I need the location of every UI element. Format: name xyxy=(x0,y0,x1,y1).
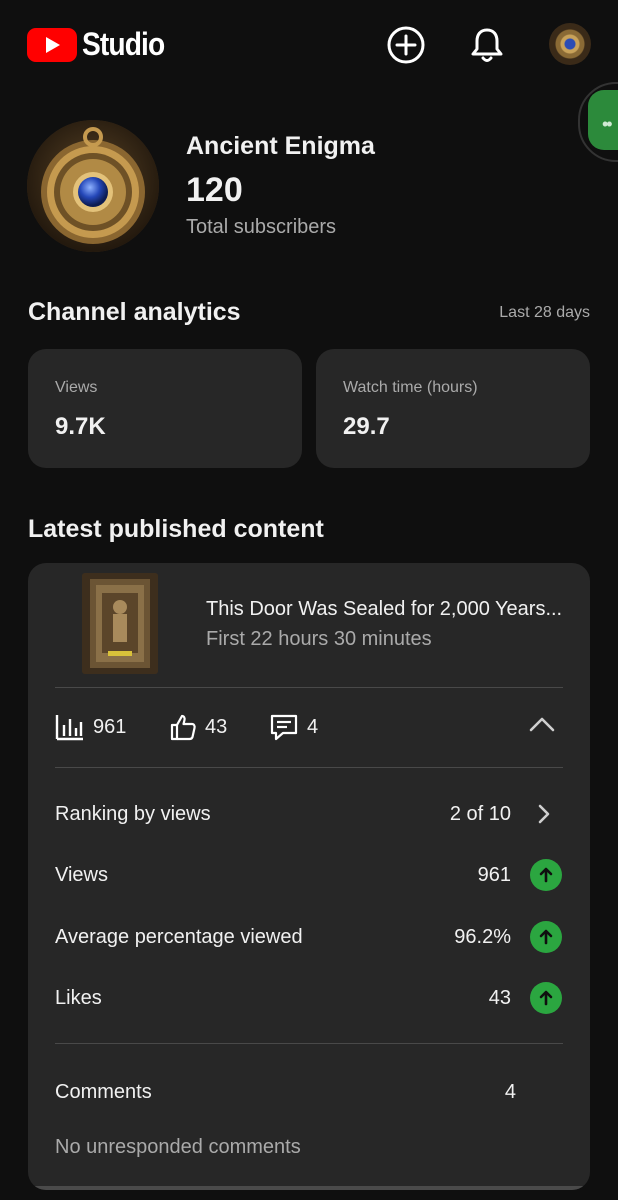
notifications-button[interactable] xyxy=(465,23,509,67)
ranking-row-value: 2 of 10 xyxy=(449,803,511,825)
app-name: Studio xyxy=(82,26,165,62)
avg-percent-row-value: 96.2% xyxy=(454,926,511,948)
metric-value: 9.7K xyxy=(55,413,106,440)
likes-count: 43 xyxy=(205,715,228,738)
youtube-studio-logo[interactable]: Studio xyxy=(27,26,176,63)
comments-row-label[interactable]: Comments xyxy=(55,1081,152,1104)
subscriber-count: 120 xyxy=(186,171,243,209)
watch-time-metric-card[interactable]: Watch time (hours) 29.7 xyxy=(316,349,590,468)
video-thumbnail[interactable] xyxy=(82,573,158,674)
channel-avatar[interactable] xyxy=(27,120,159,252)
arrow-up-icon xyxy=(530,921,562,953)
card-bottom-edge xyxy=(28,1186,590,1190)
amulet-image xyxy=(27,120,159,252)
views-row-label: Views xyxy=(55,864,108,886)
create-icon xyxy=(387,26,425,64)
top-app-bar: Studio xyxy=(0,0,618,90)
likes-stat: 43 xyxy=(169,713,227,741)
collapse-button[interactable] xyxy=(528,714,556,739)
arrow-up-icon xyxy=(530,982,562,1014)
avg-percent-row-label: Average percentage viewed xyxy=(55,926,303,948)
views-metric-card[interactable]: Views 9.7K xyxy=(28,349,302,468)
metric-label: Watch time (hours) xyxy=(343,379,478,396)
latest-content-card: This Door Was Sealed for 2,000 Years... … xyxy=(28,563,590,1190)
bell-icon xyxy=(471,28,503,62)
likes-row-label: Likes xyxy=(55,987,102,1009)
thumbnail-image xyxy=(82,573,158,674)
account-avatar[interactable] xyxy=(549,23,591,65)
comments-status-note: No unresponded comments xyxy=(55,1136,301,1158)
create-button[interactable] xyxy=(384,23,428,67)
chevron-up-icon xyxy=(529,717,555,732)
video-title[interactable]: This Door Was Sealed for 2,000 Years... xyxy=(206,598,566,621)
views-row-value: 961 xyxy=(477,864,511,886)
divider xyxy=(55,687,563,688)
metric-value: 29.7 xyxy=(343,413,390,440)
more-dots-icon: •• xyxy=(602,114,613,134)
channel-analytics-title: Channel analytics xyxy=(28,298,241,326)
comments-count: 4 xyxy=(307,715,319,738)
thumbs-up-icon xyxy=(170,714,196,741)
channel-name: Ancient Enigma xyxy=(186,132,375,160)
date-range-label: Last 28 days xyxy=(499,304,590,321)
likes-row-value: 43 xyxy=(488,987,511,1009)
ranking-details-button[interactable] xyxy=(536,803,552,830)
views-stat: 961 xyxy=(55,713,126,741)
divider xyxy=(55,1043,563,1044)
latest-content-title: Latest published content xyxy=(28,515,324,543)
chevron-right-icon xyxy=(538,804,550,824)
comment-icon xyxy=(270,714,298,741)
comments-stat: 4 xyxy=(269,713,318,741)
youtube-logo-icon xyxy=(27,27,77,62)
subscriber-label: Total subscribers xyxy=(186,216,337,238)
arrow-up-icon xyxy=(530,859,562,891)
comments-row-value: 4 xyxy=(504,1081,516,1103)
views-count: 961 xyxy=(93,715,127,738)
video-period: First 22 hours 30 minutes xyxy=(206,628,432,650)
bar-chart-icon xyxy=(55,715,83,741)
metric-label: Views xyxy=(55,379,98,396)
ranking-row-label[interactable]: Ranking by views xyxy=(55,803,211,826)
divider xyxy=(55,767,563,768)
